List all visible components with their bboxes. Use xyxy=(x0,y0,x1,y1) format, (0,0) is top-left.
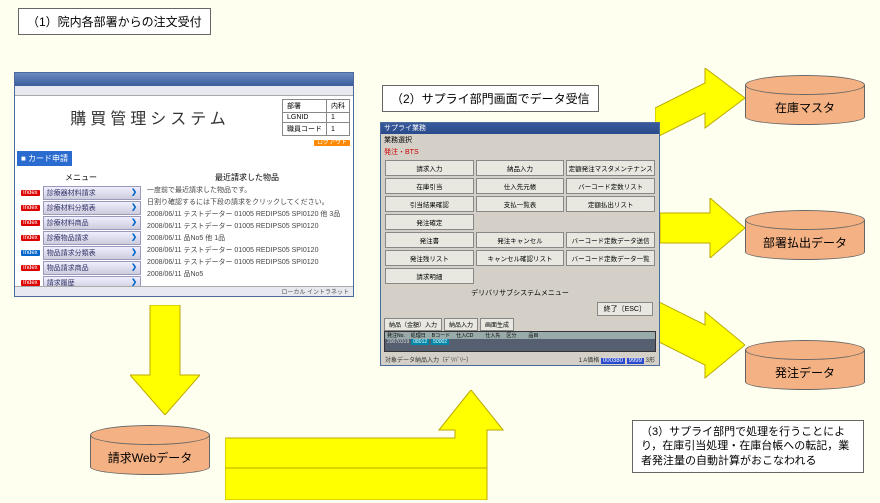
esc-button[interactable]: 終了〔ESC〕 xyxy=(597,302,653,316)
db-request-web: 請求Webデータ xyxy=(90,425,210,480)
menu-item[interactable]: Index診療材料商品❯ xyxy=(21,216,141,230)
chevron-right-icon: ❯ xyxy=(131,278,137,286)
function-button[interactable]: 請求明細 xyxy=(385,268,474,284)
index-badge: Index xyxy=(21,265,40,271)
recent-line[interactable]: 2008/06/11 品No5 xyxy=(147,269,347,279)
logout-button[interactable]: ログアウト xyxy=(314,140,350,146)
index-badge: Index xyxy=(21,190,40,196)
column-header: 発注No. xyxy=(387,332,405,339)
chevron-right-icon: ❯ xyxy=(131,233,137,243)
column-header: Bコード xyxy=(432,332,450,339)
recent-line[interactable]: 2008/06/11 テストデーター 01005 REDIPS05 SPI012… xyxy=(147,221,347,231)
menu-heading: メニュー xyxy=(21,170,141,185)
empty-cell xyxy=(566,214,655,230)
column-header: 処理日 xyxy=(411,332,426,339)
menu-column: メニュー Index診療器材料請求❯Index診療材料分類表❯Index診療材料… xyxy=(21,170,141,284)
menu-item[interactable]: Index請求履歴❯ xyxy=(21,276,141,286)
empty-cell xyxy=(476,268,565,284)
function-button[interactable]: 発注確定 xyxy=(385,214,474,230)
column-header: 区分 xyxy=(506,332,516,339)
column-header: 品目 xyxy=(528,332,538,339)
mode-indicator: 発注・BTS xyxy=(384,149,419,156)
menu-item[interactable]: Index診療材料分類表❯ xyxy=(21,201,141,215)
system-logo: 購買管理システム xyxy=(18,99,282,146)
column-header: 仕入CD xyxy=(456,332,473,339)
window-title: サプライ業務 xyxy=(381,123,659,134)
function-button[interactable]: キャンセル確認リスト xyxy=(476,250,565,266)
function-button[interactable]: バーコード定数データ一覧 xyxy=(566,250,655,266)
chevron-right-icon: ❯ xyxy=(131,263,137,273)
function-button-grid: 請求入力納品入力定額発注マスタメンテナンス在庫引当仕入先元帳バーコード定数リスト… xyxy=(381,158,659,286)
step3-label: （3）サプライ部門で処理を行うことにより，在庫引当処理・在庫台帳への転記，業者発… xyxy=(632,420,864,473)
arrow-to-db1 xyxy=(655,68,745,141)
function-button[interactable]: 引当結果確認 xyxy=(385,196,474,212)
recent-line[interactable]: 2008/06/11 テストデーター 01005 REDIPS05 SPI012… xyxy=(147,257,347,267)
chevron-right-icon: ❯ xyxy=(131,248,137,258)
card-request-tab[interactable]: ■ カード申請 xyxy=(17,151,72,166)
index-badge: Index xyxy=(21,205,40,211)
function-button[interactable]: 在庫引当 xyxy=(385,178,474,194)
detail-tab[interactable]: 納品入力 xyxy=(444,318,478,331)
detail-tab[interactable]: 納品（金額）入力 xyxy=(384,318,442,331)
browser-purchase-system: 購買管理システム 部署内科 LGNID1 職員コード1 ログアウト ■ カード申… xyxy=(14,72,354,297)
supply-department-screen: サプライ業務 業務選択 発注・BTS 請求入力納品入力定額発注マスタメンテナンス… xyxy=(380,122,660,366)
empty-cell xyxy=(566,268,655,284)
titlebar xyxy=(15,73,353,86)
chevron-right-icon: ❯ xyxy=(131,218,137,228)
recent-column: 最近請求した物品 一度前で最近請求した物品です。 日割り確認するには下段の請求を… xyxy=(141,170,347,284)
status-bar: ローカル イントラネット xyxy=(15,286,353,296)
arrow-right-up xyxy=(225,390,505,503)
function-button[interactable]: 仕入先元帳 xyxy=(476,178,565,194)
column-header: 仕入先 xyxy=(485,332,500,339)
recent-heading: 最近請求した物品 xyxy=(147,170,347,185)
function-button[interactable]: バーコード定数データ送信 xyxy=(566,232,655,248)
arrow-to-db3 xyxy=(655,300,745,383)
step2-label: （2）サプライ部門画面でデータ受信 xyxy=(382,85,599,112)
index-badge: Index xyxy=(21,235,40,241)
function-button[interactable]: 支払一覧表 xyxy=(476,196,565,212)
subtitle: 業務選択 xyxy=(381,134,659,146)
recent-line[interactable]: 2008/06/11 テストデーター 01005 REDIPS05 SPI012… xyxy=(147,245,347,255)
db-dept-dispatch: 部署払出データ xyxy=(745,210,865,265)
recent-line[interactable]: 2008/06/11 品No5 他 1品 xyxy=(147,233,347,243)
sub-menu-label: デリバリサブシステムメニュー xyxy=(381,286,659,300)
empty-cell xyxy=(476,214,565,230)
index-badge: Index xyxy=(21,220,40,226)
function-button[interactable]: バーコード定数リスト xyxy=(566,178,655,194)
menu-item[interactable]: Index診療器材料請求❯ xyxy=(21,186,141,200)
recent-desc2: 日割り確認するには下段の請求をクリックしてください。 xyxy=(147,197,347,207)
function-button[interactable]: 発注キャンセル xyxy=(476,232,565,248)
data-grid: 発注No.処理日Bコード仕入CD仕入先区分品目 20070319 08012 5… xyxy=(384,331,656,352)
function-button[interactable]: 定額払出リスト xyxy=(566,196,655,212)
function-button[interactable]: 請求入力 xyxy=(385,160,474,176)
menu-item[interactable]: Index物品請求商品❯ xyxy=(21,261,141,275)
chevron-right-icon: ❯ xyxy=(131,188,137,198)
arrow-to-db2 xyxy=(660,198,745,261)
index-badge: Index xyxy=(21,250,40,256)
step1-label: （1）院内各部署からの注文受付 xyxy=(18,8,211,35)
login-info-table: 部署内科 LGNID1 職員コード1 xyxy=(282,99,350,136)
arrow-down-1 xyxy=(130,305,200,418)
detail-tab[interactable]: 画面生成 xyxy=(480,318,514,331)
function-button[interactable]: 定額発注マスタメンテナンス xyxy=(566,160,655,176)
recent-line[interactable]: 2008/06/11 テストデーター 01005 REDIPS05 SPI012… xyxy=(147,209,347,219)
toolbar xyxy=(15,86,353,96)
function-button[interactable]: 納品入力 xyxy=(476,160,565,176)
db-stock-master: 在庫マスタ xyxy=(745,75,865,130)
db-order-data: 発注データ xyxy=(745,340,865,395)
function-button[interactable]: 発注残リスト xyxy=(385,250,474,266)
chevron-right-icon: ❯ xyxy=(131,203,137,213)
function-button[interactable]: 発注書 xyxy=(385,232,474,248)
menu-item[interactable]: Index物品請求分類表❯ xyxy=(21,246,141,260)
recent-desc: 一度前で最近請求した物品です。 xyxy=(147,185,347,195)
menu-item[interactable]: Index診療物品請求❯ xyxy=(21,231,141,245)
header: 購買管理システム 部署内科 LGNID1 職員コード1 ログアウト xyxy=(15,96,353,149)
status-bar-2: 対象データ納品入力〔ﾃﾞﾘﾊﾞﾘｰ〕 1 A価格 000380 9999 3形 xyxy=(381,354,659,365)
